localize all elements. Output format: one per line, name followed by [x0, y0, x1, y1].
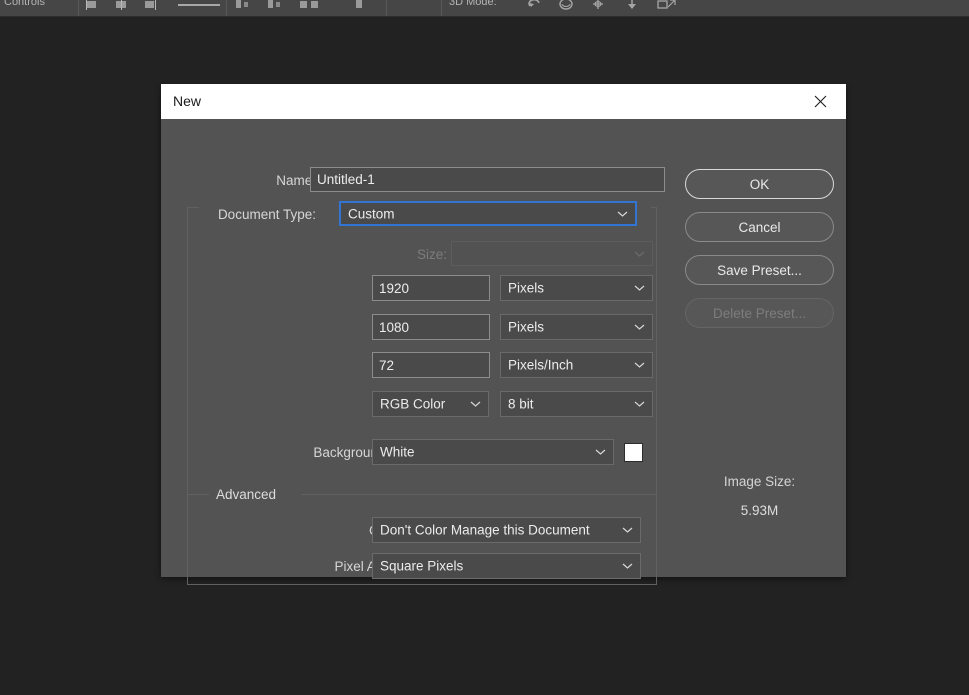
chevron-down-icon	[634, 323, 645, 331]
image-size-label: Image Size:	[685, 474, 834, 489]
pixel-aspect-ratio-value: Square Pixels	[380, 559, 463, 574]
toolbar-separator	[441, 0, 442, 16]
distribute-horizontal-icon[interactable]	[178, 4, 220, 6]
align-right-icon[interactable]	[142, 0, 158, 11]
application-options-bar: Controls 3D Mode:	[0, 0, 969, 17]
height-unit-select[interactable]: Pixels	[500, 314, 653, 340]
document-type-label: Document Type:	[191, 207, 316, 222]
height-unit-value: Pixels	[508, 320, 544, 335]
document-type-value: Custom	[348, 206, 395, 221]
align-center-icon[interactable]	[113, 0, 129, 11]
ok-button-label: OK	[750, 177, 770, 192]
chevron-down-icon	[634, 361, 645, 369]
color-mode-value: RGB Color	[380, 397, 445, 412]
advanced-group-legend: Advanced	[211, 487, 281, 502]
pixel-aspect-ratio-select[interactable]: Square Pixels	[372, 553, 641, 579]
size-label: Size:	[357, 247, 447, 262]
dialog-body: Name: Document Type: Custom Size: Width:…	[161, 119, 846, 577]
distribute-center-icon[interactable]	[266, 0, 282, 11]
chevron-down-icon	[470, 400, 481, 408]
distribute-right-icon[interactable]	[352, 0, 368, 11]
height-input[interactable]	[372, 314, 490, 340]
image-size-value: 5.93M	[685, 503, 834, 518]
delete-preset-button: Delete Preset...	[685, 298, 834, 328]
color-depth-select[interactable]: 8 bit	[500, 391, 653, 417]
width-input[interactable]	[372, 275, 490, 301]
chevron-down-icon	[622, 562, 633, 570]
resolution-unit-value: Pixels/Inch	[508, 358, 573, 373]
delete-preset-button-label: Delete Preset...	[713, 306, 806, 321]
save-preset-button[interactable]: Save Preset...	[685, 255, 834, 285]
color-profile-value: Don't Color Manage this Document	[380, 523, 590, 538]
chevron-down-icon	[634, 250, 645, 258]
chevron-down-icon	[617, 210, 628, 218]
color-depth-value: 8 bit	[508, 397, 534, 412]
chevron-down-icon	[634, 284, 645, 292]
close-icon[interactable]	[800, 84, 840, 119]
chevron-down-icon	[634, 400, 645, 408]
new-document-dialog: New Name: Document Type: Custom Size:	[161, 84, 846, 577]
name-input[interactable]	[310, 167, 665, 192]
image-size-block: Image Size: 5.93M	[685, 474, 834, 518]
dialog-titlebar: New	[161, 84, 846, 119]
ok-button[interactable]: OK	[685, 169, 834, 199]
chevron-down-icon	[622, 526, 633, 534]
chevron-down-icon	[595, 448, 606, 456]
cancel-button-label: Cancel	[738, 220, 780, 235]
options-bar-3d-mode-label: 3D Mode:	[449, 0, 497, 8]
align-left-icon[interactable]	[84, 0, 100, 11]
document-type-select[interactable]: Custom	[339, 201, 637, 226]
size-select	[451, 241, 653, 266]
color-profile-select[interactable]: Don't Color Manage this Document	[372, 517, 641, 543]
background-color-swatch[interactable]	[624, 443, 643, 462]
resolution-input[interactable]	[372, 352, 490, 378]
toolbar-separator	[386, 0, 387, 16]
background-contents-value: White	[380, 445, 415, 460]
color-mode-select[interactable]: RGB Color	[372, 391, 489, 417]
rotate-3d-icon[interactable]	[527, 0, 543, 11]
width-unit-value: Pixels	[508, 281, 544, 296]
width-unit-select[interactable]: Pixels	[500, 275, 653, 301]
background-contents-select[interactable]: White	[372, 439, 614, 465]
resolution-unit-select[interactable]: Pixels/Inch	[500, 352, 653, 378]
distribute-edges-icon[interactable]	[298, 0, 322, 11]
cancel-button[interactable]: Cancel	[685, 212, 834, 242]
slide-3d-icon[interactable]	[624, 0, 640, 11]
save-preset-button-label: Save Preset...	[717, 263, 802, 278]
toolbar-separator	[226, 0, 227, 16]
name-label: Name:	[221, 173, 316, 188]
roll-3d-icon[interactable]	[558, 0, 574, 11]
options-bar-controls-label: Controls	[4, 0, 45, 8]
drag-3d-icon[interactable]	[590, 0, 606, 11]
scale-3d-icon[interactable]	[656, 0, 678, 11]
toolbar-separator	[78, 0, 79, 16]
dialog-title: New	[173, 93, 201, 109]
distribute-left-icon[interactable]	[234, 0, 250, 11]
